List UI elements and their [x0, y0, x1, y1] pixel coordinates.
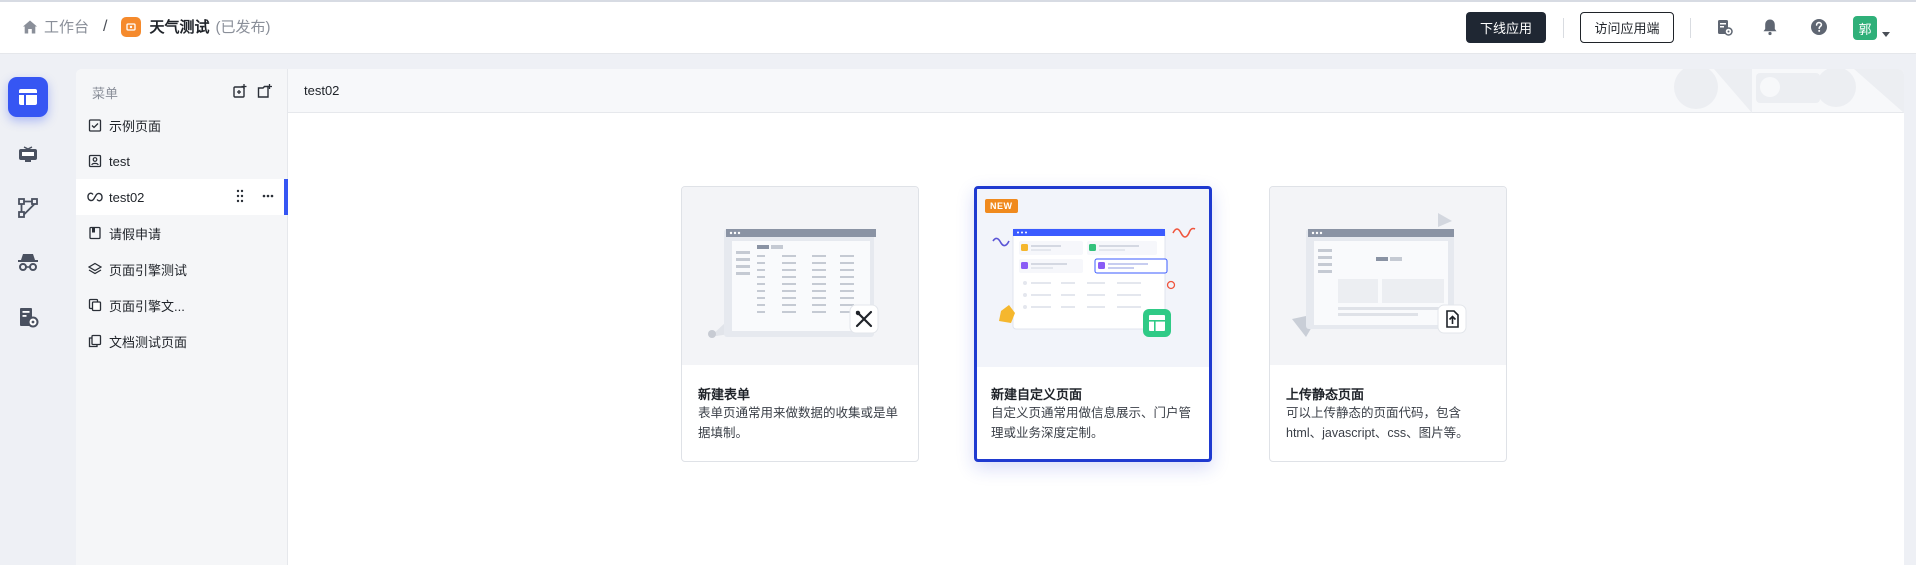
rail-settings-doc-button[interactable] [8, 297, 48, 337]
visit-app-button[interactable]: 访问应用端 [1580, 12, 1674, 43]
home-label: 工作台 [44, 19, 90, 36]
top-header: 工作台 / 天气测试 (已发布) 下线应用 访问应用端 郭 [0, 0, 1916, 54]
menu-item-label: 请假申请 [109, 226, 162, 242]
app-status: (已发布) [215, 19, 271, 36]
settings-doc-icon [20, 308, 39, 328]
drag-handle-icon[interactable] [236, 189, 244, 206]
page-menu: 菜单 示例页面 test test02 请假申请 页面引擎测试 页面引擎文...… [76, 69, 288, 565]
help-icon[interactable] [1809, 17, 1829, 37]
menu-item-test02[interactable]: test02 [76, 179, 288, 215]
header-decoration [1674, 69, 1904, 113]
monitor-icon [19, 146, 37, 162]
add-page-icon[interactable] [232, 83, 248, 99]
link-icon [87, 189, 103, 205]
notebook-icon [87, 225, 103, 241]
menu-item-test[interactable]: test [76, 143, 287, 179]
spy-icon [18, 254, 38, 271]
contact-card-icon [87, 153, 103, 169]
new-badge: NEW [985, 199, 1018, 213]
card-title: 上传静态页面 [1286, 387, 1365, 402]
flow-icon [18, 198, 38, 218]
form-illustration [682, 187, 918, 365]
menu-item-label: test02 [109, 189, 145, 205]
menu-item-page-engine-test[interactable]: 页面引擎测试 [76, 251, 287, 287]
content-header: test02 [288, 69, 1904, 113]
home-link[interactable]: 工作台 [22, 16, 89, 37]
new-form-card[interactable]: 新建表单 表单页通常用来做数据的收集或是单据填制。 [681, 186, 919, 462]
menu-item-label: test [109, 153, 130, 169]
app-icon [121, 16, 142, 37]
breadcrumb: 工作台 / 天气测试 (已发布) [22, 0, 270, 54]
bell-icon[interactable] [1760, 17, 1780, 37]
menu-item-leave-request[interactable]: 请假申请 [76, 215, 287, 251]
menu-item-doc-test-page[interactable]: 文档测试页面 [76, 323, 287, 359]
left-rail [0, 55, 60, 565]
menu-item-page-engine-doc[interactable]: 页面引擎文... [76, 287, 287, 323]
custom-page-illustration [977, 189, 1209, 367]
main-panel: 菜单 示例页面 test test02 请假申请 页面引擎测试 页面引擎文...… [76, 69, 1904, 565]
selected-indicator [284, 179, 288, 215]
pages-icon [19, 89, 37, 105]
menu-item-label: 页面引擎文... [109, 298, 185, 314]
home-icon [23, 20, 37, 33]
rail-pages-button[interactable] [8, 77, 48, 117]
card-description: 自定义页通常用做信息展示、门户管理或业务深度定制。 [991, 406, 1192, 440]
document-settings-icon[interactable] [1714, 17, 1734, 37]
menu-item-example-page[interactable]: 示例页面 [76, 107, 287, 143]
card-description: 可以上传静态的页面代码，包含html、javascript、css、图片等。 [1286, 406, 1469, 440]
calendar-check-icon [87, 117, 103, 133]
copy-pages-icon [87, 297, 103, 313]
card-title: 新建表单 [698, 387, 751, 402]
header-divider [1690, 18, 1691, 38]
upload-illustration [1270, 187, 1506, 365]
menu-item-label: 文档测试页面 [109, 334, 188, 350]
card-description: 表单页通常用来做数据的收集或是单据填制。 [698, 406, 899, 440]
rail-spy-button[interactable] [8, 242, 48, 282]
header-divider [1563, 18, 1564, 38]
menu-item-label: 示例页面 [109, 118, 162, 134]
duplicate-doc-icon [87, 333, 103, 349]
rail-flow-button[interactable] [8, 188, 48, 228]
page-title: test02 [304, 83, 340, 98]
user-avatar[interactable]: 郭 [1853, 16, 1877, 40]
chevron-down-icon[interactable] [1882, 25, 1890, 41]
upload-static-page-card[interactable]: 上传静态页面 可以上传静态的页面代码，包含html、javascript、css… [1269, 186, 1507, 462]
more-options-icon[interactable] [262, 189, 274, 206]
layers-icon [87, 261, 103, 277]
breadcrumb-separator: / [103, 17, 108, 35]
app-name[interactable]: 天气测试 [149, 16, 209, 37]
menu-item-label: 页面引擎测试 [109, 262, 188, 278]
add-folder-icon[interactable] [257, 83, 273, 99]
offline-app-button[interactable]: 下线应用 [1466, 12, 1546, 43]
new-custom-page-card[interactable]: NEW 新建自定义页面 自定义页通常用做信息展示、门户管理或业务深度定制。 [974, 186, 1212, 462]
card-title: 新建自定义页面 [991, 387, 1083, 402]
rail-monitor-button[interactable] [8, 134, 48, 174]
menu-title: 菜单 [92, 86, 119, 101]
